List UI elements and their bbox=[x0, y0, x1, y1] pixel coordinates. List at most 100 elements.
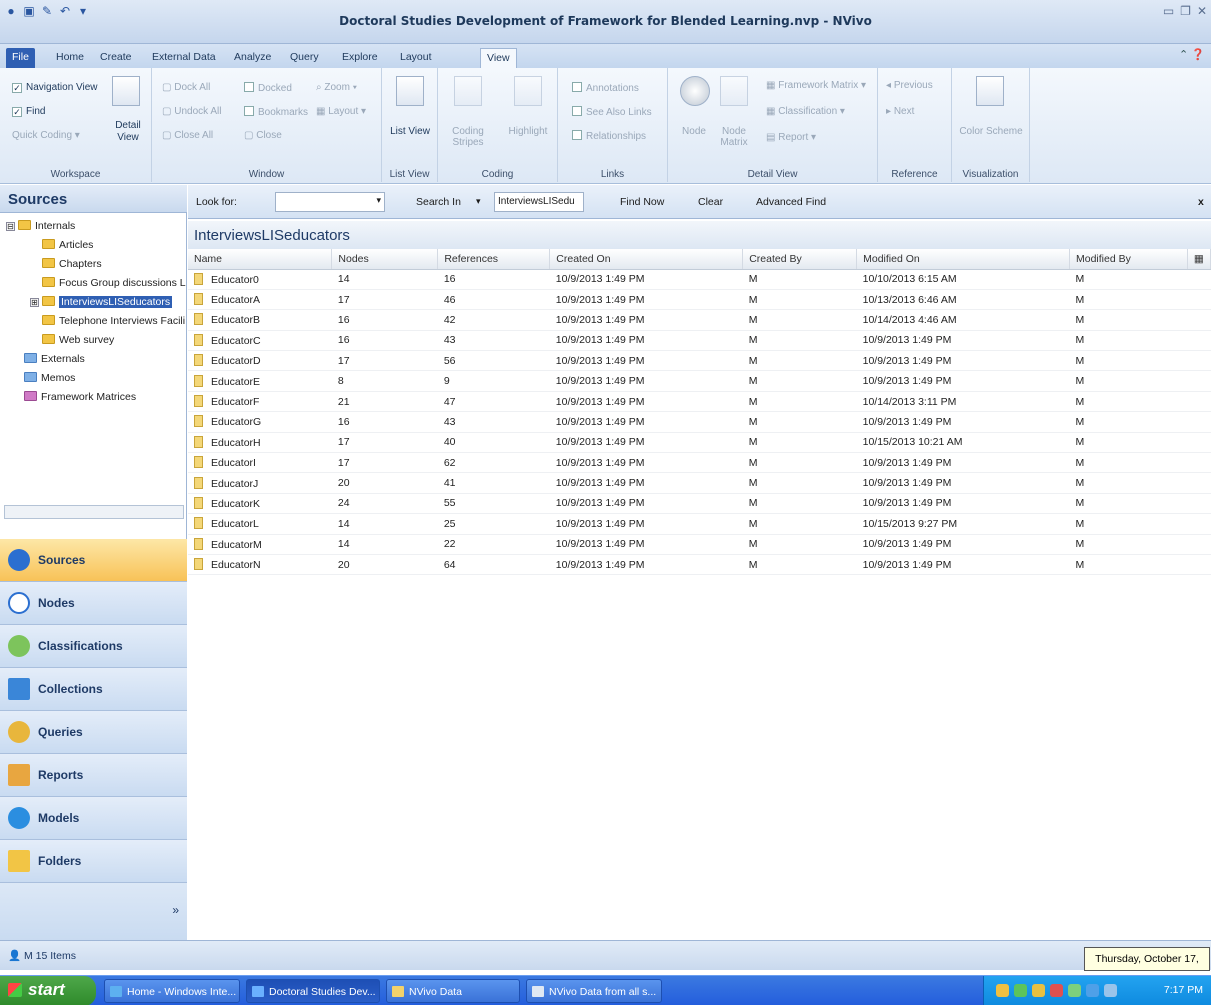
taskbar-item-document[interactable]: NVivo Data from all s... bbox=[526, 979, 662, 1003]
zoom-button[interactable]: ⌕ Zoom ▾ bbox=[316, 82, 357, 93]
dropdown-icon[interactable]: ▾ bbox=[376, 195, 381, 206]
table-row[interactable]: EducatorA 17 46 10/9/2013 1:49 PM M 10/13/201… bbox=[188, 289, 1211, 311]
close-find-bar-button[interactable]: x bbox=[1198, 196, 1204, 208]
close-icon[interactable]: ✕ bbox=[1197, 4, 1207, 18]
taskbar-item-nvivo[interactable]: Doctoral Studies Dev... bbox=[246, 979, 380, 1003]
tab-explore[interactable]: Explore bbox=[336, 48, 384, 68]
nav-reports[interactable]: Reports bbox=[0, 754, 187, 797]
column-header-references[interactable]: References bbox=[437, 249, 551, 270]
docked-toggle[interactable]: Docked bbox=[244, 82, 292, 94]
nav-folders[interactable]: Folders bbox=[0, 840, 187, 883]
color-scheme-button[interactable]: Color Scheme bbox=[956, 126, 1026, 137]
table-row[interactable]: EducatorF 21 47 10/9/2013 1:49 PM M 10/14/201… bbox=[188, 391, 1211, 413]
clock[interactable]: 7:17 PM bbox=[1164, 984, 1203, 996]
tab-file[interactable]: File bbox=[6, 48, 35, 68]
bookmarks-toggle[interactable]: Bookmarks bbox=[244, 106, 308, 118]
help-icon[interactable]: ⌃ ❓ bbox=[1179, 48, 1205, 61]
framework-matrix-button[interactable]: ▦ Framework Matrix ▾ bbox=[766, 80, 866, 91]
horizontal-scrollbar[interactable] bbox=[4, 505, 184, 519]
column-header-created-by[interactable]: Created By bbox=[742, 249, 858, 270]
report-button[interactable]: ▤ Report ▾ bbox=[766, 132, 816, 143]
column-header-created-on[interactable]: Created On bbox=[549, 249, 744, 270]
taskbar-item-folder[interactable]: NVivo Data bbox=[386, 979, 520, 1003]
relationships-toggle[interactable]: Relationships bbox=[572, 130, 646, 142]
table-row[interactable]: Educator0 14 16 10/9/2013 1:49 PM M 10/10/201… bbox=[188, 269, 1211, 290]
tray-network-icon[interactable] bbox=[996, 984, 1009, 997]
collapse-icon[interactable]: ⊟ bbox=[6, 222, 15, 231]
tab-create[interactable]: Create bbox=[94, 48, 138, 68]
tab-query[interactable]: Query bbox=[284, 48, 325, 68]
layout-button[interactable]: ▦ Layout ▾ bbox=[316, 106, 366, 117]
quick-coding-button[interactable]: Quick Coding ▾ bbox=[12, 130, 80, 141]
tab-layout[interactable]: Layout bbox=[394, 48, 438, 68]
tree-item-focus-group[interactable]: Focus Group discussions L bbox=[42, 274, 186, 293]
tray-display-icon[interactable] bbox=[1086, 984, 1099, 997]
find-toggle[interactable]: ✓ Find bbox=[12, 106, 45, 117]
annotations-toggle[interactable]: Annotations bbox=[572, 82, 639, 94]
taskbar-item-browser[interactable]: Home - Windows Inte... bbox=[104, 979, 240, 1003]
tree-item-framework-matrices[interactable]: Framework Matrices bbox=[24, 388, 136, 407]
next-button[interactable]: ▸ Next bbox=[886, 106, 914, 117]
see-also-links-toggle[interactable]: See Also Links bbox=[572, 106, 652, 118]
tab-view[interactable]: View bbox=[480, 48, 517, 68]
previous-button[interactable]: ◂ Previous bbox=[886, 80, 933, 91]
list-view-button[interactable]: List View bbox=[386, 126, 434, 137]
tab-analyze[interactable]: Analyze bbox=[228, 48, 277, 68]
tree-item-chapters[interactable]: Chapters bbox=[42, 255, 102, 274]
close-button[interactable]: ▢ Close bbox=[244, 130, 282, 141]
nav-sources[interactable]: Sources bbox=[0, 539, 187, 582]
column-chooser-icon[interactable]: ▦ bbox=[1187, 249, 1211, 270]
dock-all-button[interactable]: ▢ Dock All bbox=[162, 82, 210, 93]
search-in-dropdown-icon[interactable]: ▾ bbox=[476, 196, 481, 207]
search-in-value[interactable]: InterviewsLISedu bbox=[494, 192, 584, 212]
nav-classifications[interactable]: Classifications bbox=[0, 625, 187, 668]
nav-models[interactable]: Models bbox=[0, 797, 187, 840]
nav-nodes[interactable]: Nodes bbox=[0, 582, 187, 625]
tree-item-externals[interactable]: Externals bbox=[24, 350, 85, 369]
coding-stripes-button[interactable]: Coding Stripes bbox=[442, 126, 494, 148]
table-row[interactable]: EducatorM 14 22 10/9/2013 1:49 PM M 10/9/2013… bbox=[188, 534, 1211, 555]
table-row[interactable]: EducatorC 16 43 10/9/2013 1:49 PM M 10/9/2013… bbox=[188, 330, 1211, 352]
table-row[interactable]: EducatorN 20 64 10/9/2013 1:49 PM M 10/9/2013… bbox=[188, 554, 1211, 576]
tray-update-icon[interactable] bbox=[1032, 984, 1045, 997]
table-row[interactable]: EducatorL 14 25 10/9/2013 1:49 PM M 10/15/201… bbox=[188, 513, 1211, 535]
column-header-name[interactable]: Name bbox=[188, 249, 333, 270]
table-row[interactable]: EducatorB 16 42 10/9/2013 1:49 PM M 10/14/201… bbox=[188, 309, 1211, 331]
minimize-icon[interactable]: ▭ bbox=[1163, 4, 1174, 18]
tray-security-icon[interactable] bbox=[1050, 984, 1063, 997]
table-row[interactable]: EducatorJ 20 41 10/9/2013 1:49 PM M 10/9/2013… bbox=[188, 472, 1211, 494]
close-all-button[interactable]: ▢ Close All bbox=[162, 130, 213, 141]
highlight-button[interactable]: Highlight bbox=[502, 126, 554, 137]
nav-queries[interactable]: Queries bbox=[0, 711, 187, 754]
tree-item-web-survey[interactable]: Web survey bbox=[42, 331, 114, 350]
restore-icon[interactable]: ❐ bbox=[1180, 4, 1191, 18]
table-row[interactable]: EducatorH 17 40 10/9/2013 1:49 PM M 10/15/201… bbox=[188, 432, 1211, 454]
tray-shield-icon[interactable] bbox=[1068, 984, 1081, 997]
expand-icon[interactable]: ⊞ bbox=[30, 298, 39, 307]
table-row[interactable]: EducatorD 17 56 10/9/2013 1:49 PM M 10/9/2013… bbox=[188, 350, 1211, 372]
undock-all-button[interactable]: ▢ Undock All bbox=[162, 106, 221, 117]
tray-signal-icon[interactable] bbox=[1014, 984, 1027, 997]
clear-button[interactable]: Clear bbox=[698, 196, 723, 208]
tree-item-memos[interactable]: Memos bbox=[24, 369, 75, 388]
tree-item-internals[interactable]: ⊟ Internals bbox=[6, 217, 75, 236]
node-button[interactable]: Node bbox=[674, 126, 714, 137]
detail-view-button[interactable]: Detail View bbox=[108, 120, 148, 144]
table-row[interactable]: EducatorI 17 62 10/9/2013 1:49 PM M 10/9/2013… bbox=[188, 452, 1211, 474]
tree-item-telephone[interactable]: Telephone Interviews Facili bbox=[42, 312, 185, 331]
look-for-input[interactable]: ▾ bbox=[275, 192, 385, 212]
tab-external-data[interactable]: External Data bbox=[146, 48, 222, 68]
nav-collections[interactable]: Collections bbox=[0, 668, 187, 711]
table-row[interactable]: EducatorK 24 55 10/9/2013 1:49 PM M 10/9/2013… bbox=[188, 493, 1211, 515]
advanced-find-button[interactable]: Advanced Find bbox=[756, 196, 826, 208]
node-matrix-button[interactable]: Node Matrix bbox=[714, 126, 754, 148]
start-button[interactable]: start bbox=[0, 976, 96, 1005]
navigation-view-toggle[interactable]: ✓ Navigation View bbox=[12, 82, 98, 93]
column-header-modified-on[interactable]: Modified On bbox=[856, 249, 1070, 270]
classification-button[interactable]: ▦ Classification ▾ bbox=[766, 106, 845, 117]
tray-volume-icon[interactable] bbox=[1104, 984, 1117, 997]
table-row[interactable]: EducatorE 8 9 10/9/2013 1:49 PM M 10/9/2013 1… bbox=[188, 370, 1211, 392]
configure-buttons-icon[interactable]: » bbox=[172, 903, 179, 917]
find-now-button[interactable]: Find Now bbox=[620, 196, 664, 208]
column-header-modified-by[interactable]: Modified By bbox=[1069, 249, 1188, 270]
